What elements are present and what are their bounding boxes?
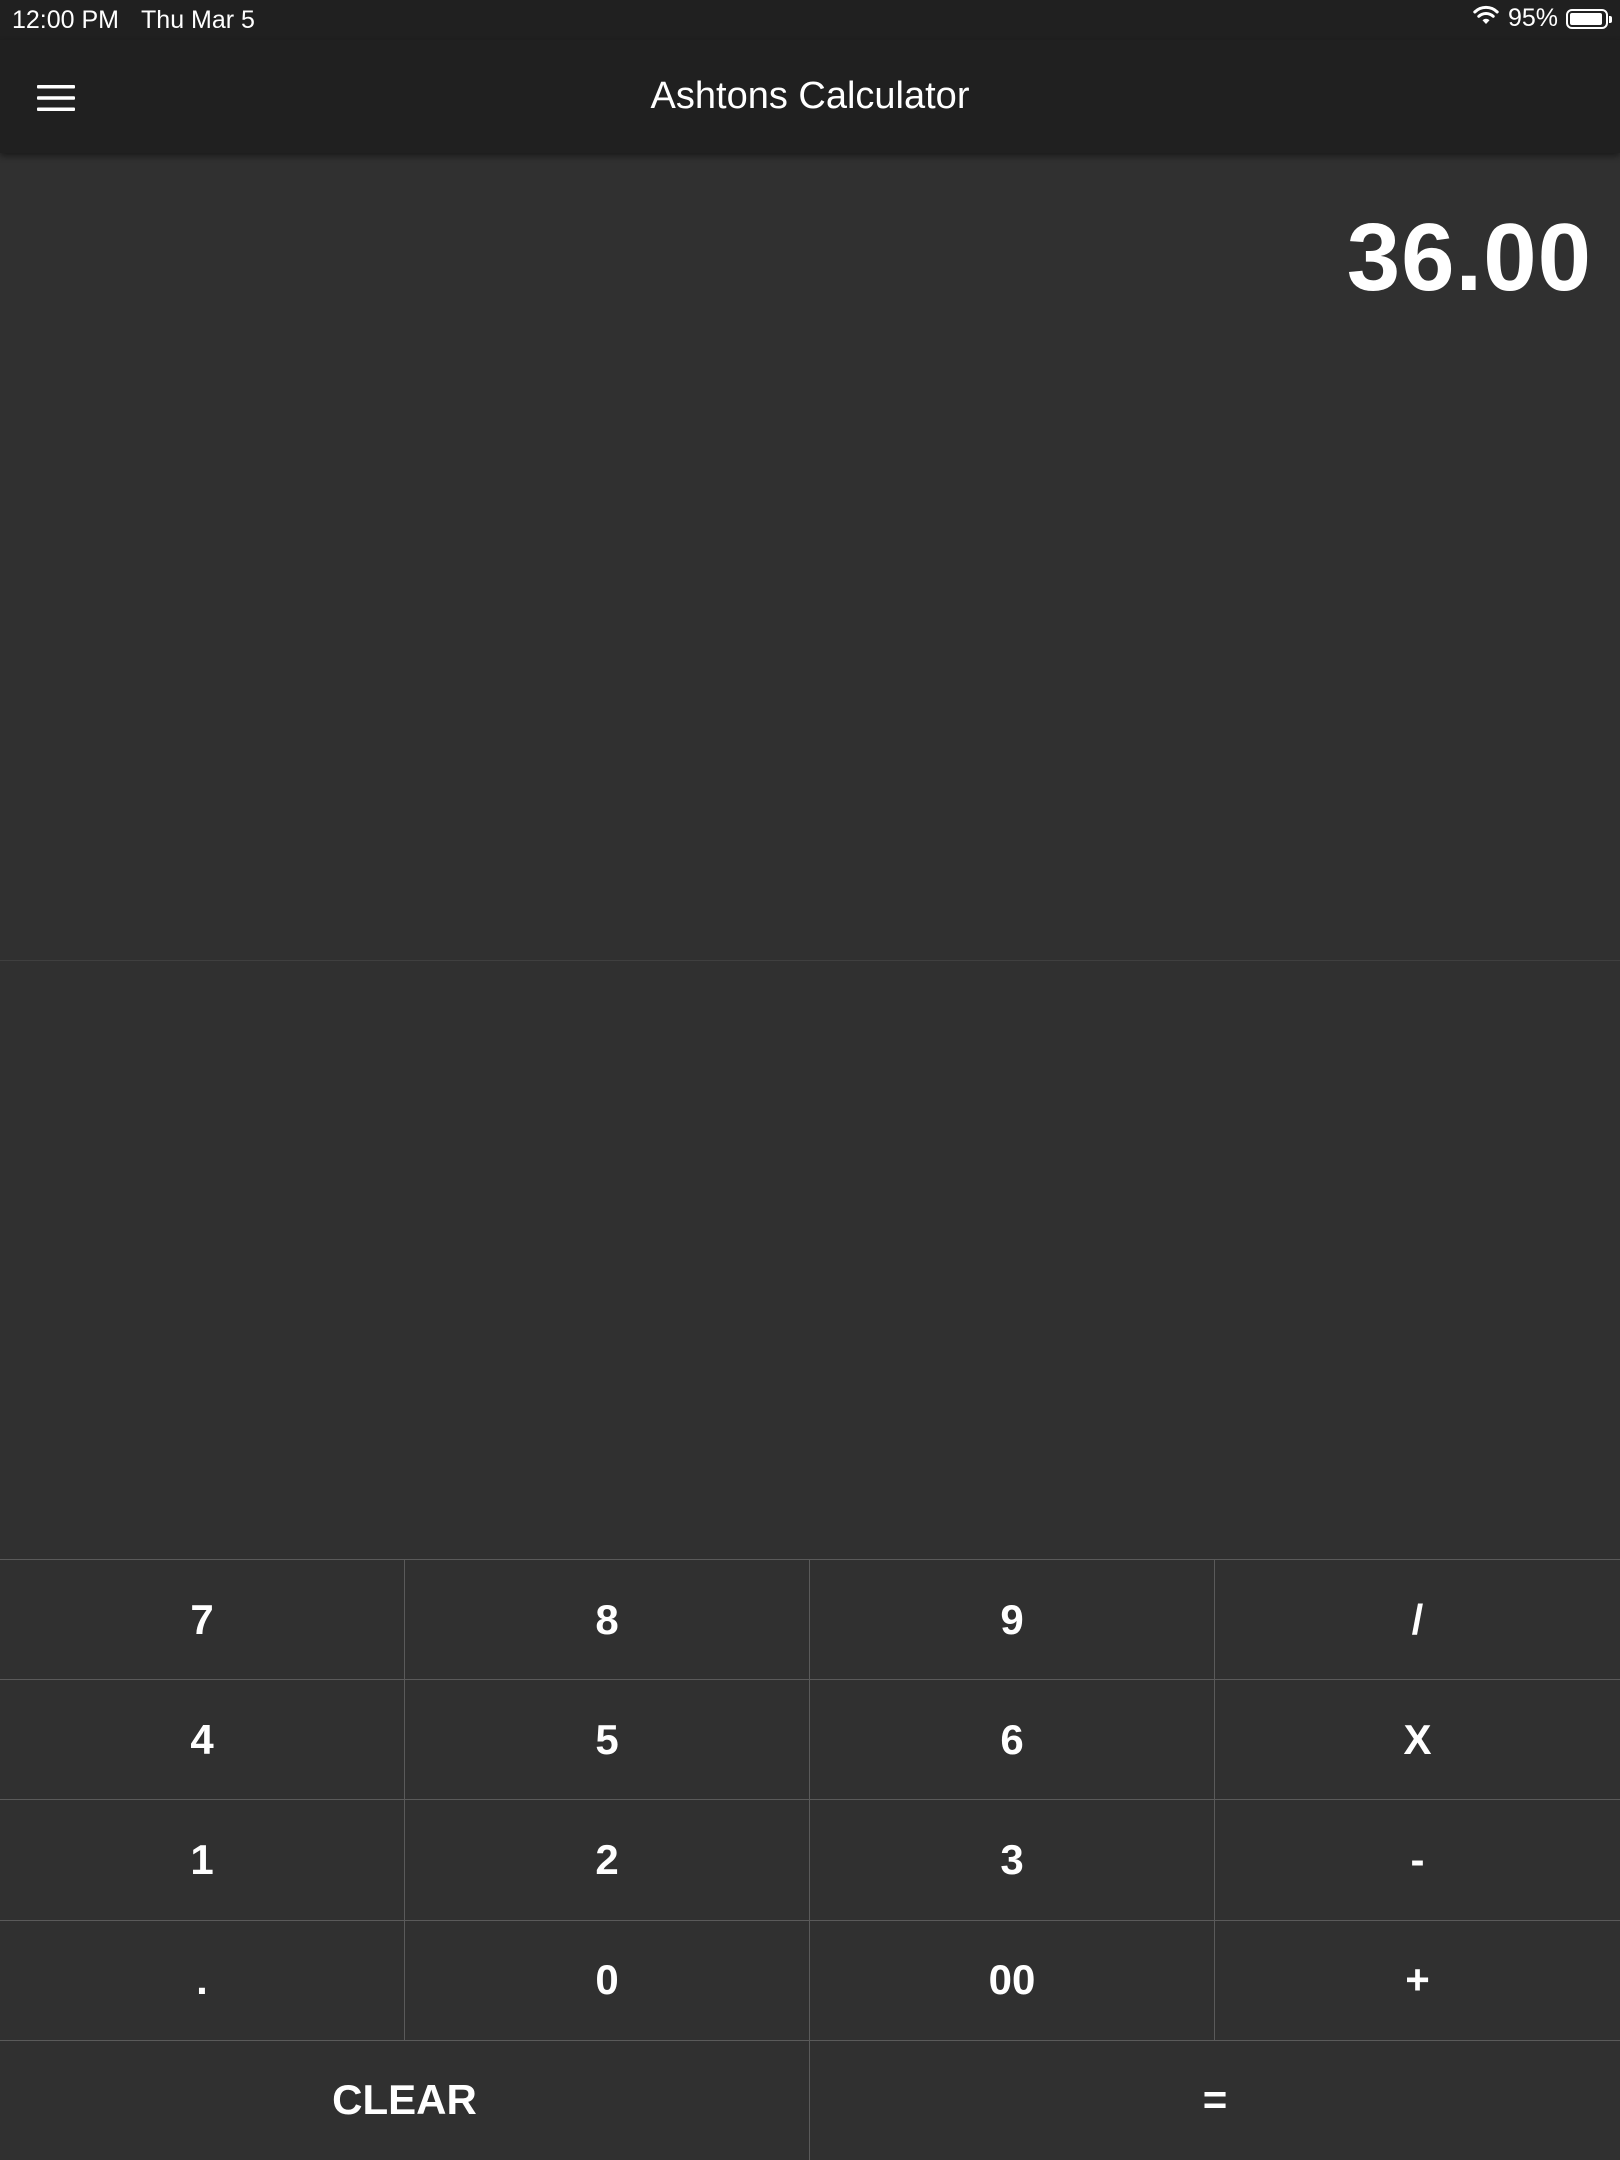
battery-percent: 95% (1507, 4, 1558, 32)
digit-1-key[interactable]: 1 (0, 1800, 405, 1921)
keypad: 7 8 9/4 5 6 X 1 2 3-. 0 00 + CLEAR = (0, 1559, 1620, 2160)
add-key[interactable]: + (1215, 1920, 1620, 2041)
digit-7-key[interactable]: 7 (0, 1560, 405, 1681)
battery-icon (1566, 8, 1612, 29)
subtract-key[interactable]: - (1215, 1800, 1620, 1921)
navigation-bar: Ashtons Calculator (0, 40, 1620, 153)
multiply-key[interactable]: X (1215, 1680, 1620, 1801)
history-area (0, 961, 1620, 1559)
result-display: 36.00 (0, 153, 1620, 961)
digit-6-key[interactable]: 6 (810, 1680, 1215, 1801)
double-zero-key[interactable]: 00 (810, 1920, 1215, 2041)
status-left: 12:00 PM Thu Mar 5 (12, 6, 255, 35)
digit-0-key[interactable]: 0 (405, 1920, 810, 2041)
digit-5-key[interactable]: 5 (405, 1680, 810, 1801)
hamburger-menu-icon[interactable] (30, 72, 82, 124)
status-right: 95% (1472, 4, 1612, 33)
wifi-icon (1472, 4, 1500, 33)
battery-fill (1570, 12, 1603, 25)
battery-tip (1609, 15, 1612, 23)
digit-3-key[interactable]: 3 (810, 1800, 1215, 1921)
clear-button[interactable]: CLEAR (0, 2040, 810, 2160)
digit-2-key[interactable]: 2 (405, 1800, 810, 1921)
divide-key[interactable]: / (1215, 1560, 1620, 1681)
digit-4-key[interactable]: 4 (0, 1680, 405, 1801)
decimal-key[interactable]: . (0, 1920, 405, 2041)
status-date: Thu Mar 5 (141, 6, 255, 34)
status-time: 12:00 PM (12, 6, 120, 34)
digit-8-key[interactable]: 8 (405, 1560, 810, 1681)
equals-button[interactable]: = (810, 2040, 1620, 2160)
digit-9-key[interactable]: 9 (810, 1560, 1215, 1681)
result-value: 36.00 (1346, 204, 1592, 311)
app-title: Ashtons Calculator (650, 75, 970, 117)
status-bar: 12:00 PM Thu Mar 5 95% (0, 0, 1620, 40)
calculator-screen: 12:00 PM Thu Mar 5 95% Ashtons Calculato… (0, 0, 1620, 2160)
